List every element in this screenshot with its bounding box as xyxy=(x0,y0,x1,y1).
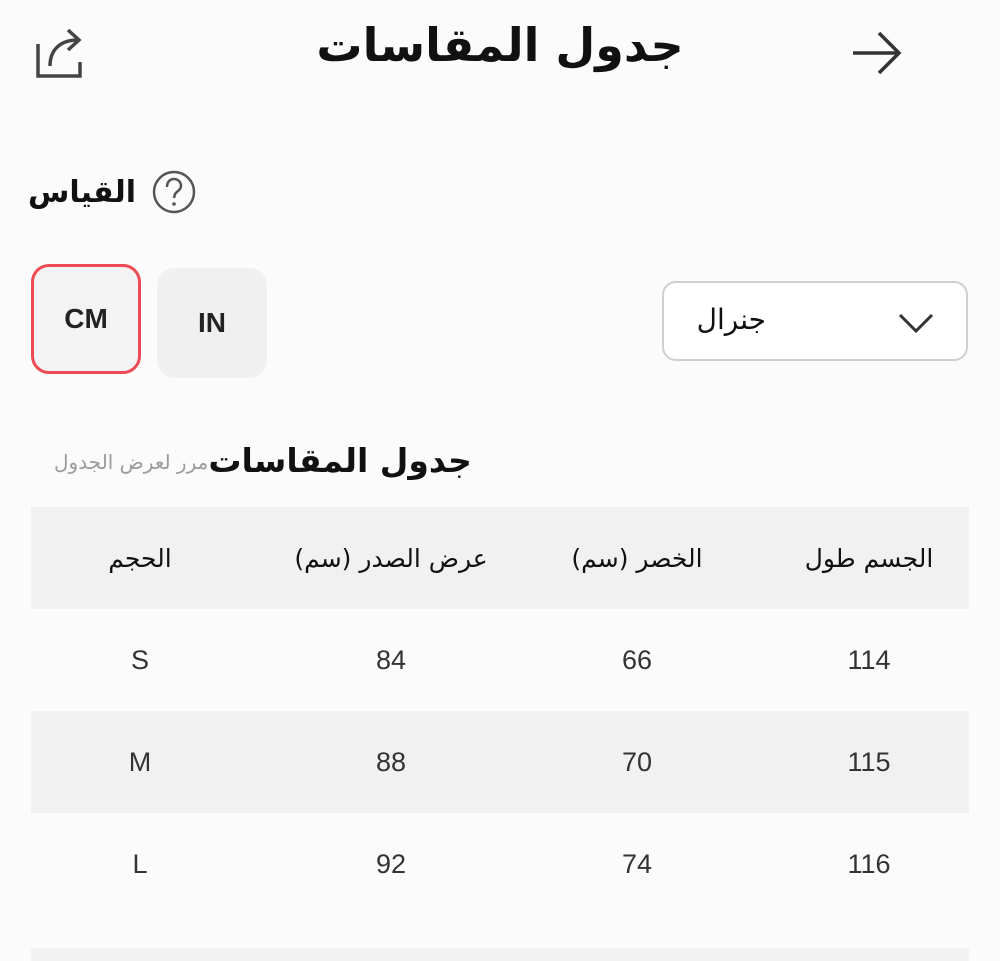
header-body-length: الجسم طول xyxy=(804,543,934,573)
cell-size: S xyxy=(130,644,149,675)
table-row: 115 70 88 M xyxy=(31,711,969,813)
cell-size: M xyxy=(128,746,152,777)
cell-body-length: 115 xyxy=(847,746,891,777)
table-next-row-edge xyxy=(31,948,969,961)
cell-chest-width: 88 xyxy=(375,746,407,777)
cell-body-length: 116 xyxy=(847,848,891,879)
unit-in-button[interactable]: IN xyxy=(157,268,267,378)
chevron-down-icon xyxy=(898,313,934,334)
cell-waist: 74 xyxy=(621,848,653,879)
size-label: القياس xyxy=(28,174,137,210)
cell-waist: 66 xyxy=(621,644,653,675)
cell-waist: 70 xyxy=(621,746,653,777)
size-system-dropdown[interactable]: جنرال xyxy=(662,281,968,361)
cell-chest-width: 92 xyxy=(375,848,407,879)
table-row: 116 74 92 L xyxy=(31,813,969,915)
cell-size: L xyxy=(132,848,148,879)
question-circle-icon[interactable] xyxy=(150,168,198,216)
dropdown-value: جنرال xyxy=(696,303,766,336)
top-bar: جدول المقاسات xyxy=(0,0,1000,110)
section-title: جدول المقاسات xyxy=(208,441,472,480)
scroll-hint: مرر لعرض الجدول xyxy=(54,450,209,474)
unit-cm-button[interactable]: CM xyxy=(31,264,141,374)
arrow-right-icon xyxy=(853,31,902,75)
cell-chest-width: 84 xyxy=(375,644,407,675)
header-waist: الخصر (سم) xyxy=(571,543,703,573)
back-button[interactable] xyxy=(845,22,907,84)
header-chest-width: عرض الصدر (سم) xyxy=(294,543,488,573)
cell-body-length: 114 xyxy=(847,644,891,675)
table-row: 114 66 84 S xyxy=(31,609,969,711)
table-header-row: الجسم طول الخصر (سم) عرض الصدر (سم) الحج… xyxy=(31,507,969,609)
size-label-row: القياس xyxy=(28,164,198,220)
size-table: الجسم طول الخصر (سم) عرض الصدر (سم) الحج… xyxy=(31,507,969,915)
header-size: الحجم xyxy=(108,543,172,573)
size-chart-heading: مرر لعرض الجدول جدول المقاسات xyxy=(54,430,472,480)
